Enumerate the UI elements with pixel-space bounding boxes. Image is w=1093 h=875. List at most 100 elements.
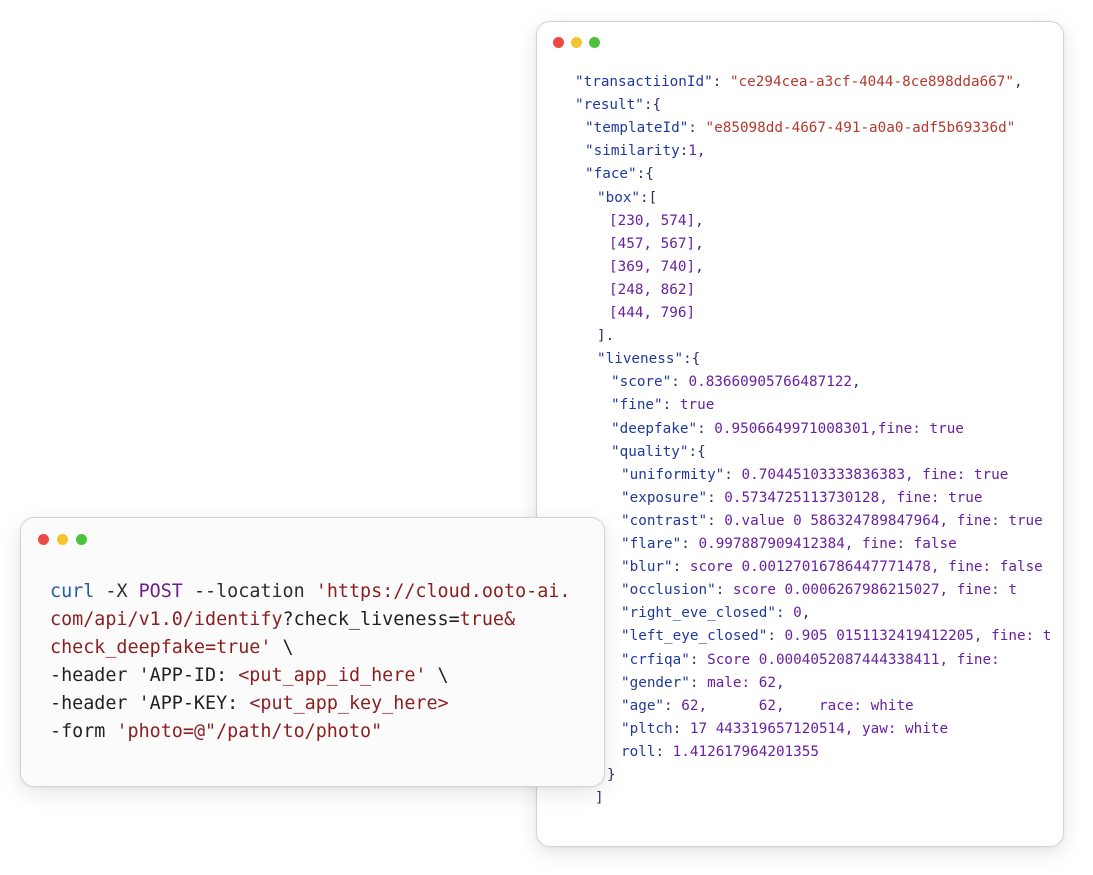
- json-token: :: [715, 582, 733, 599]
- curl-token: --location: [182, 581, 316, 602]
- json-token: 0.905 0151132419412205, fine: t: [784, 628, 1052, 645]
- json-token: "deepfake": [611, 420, 698, 437]
- maximize-window-button[interactable]: [76, 534, 87, 545]
- json-token: "blur": [621, 559, 673, 576]
- json-token: :: [707, 489, 725, 506]
- curl-token: 'photo=@"/path/to/photo": [116, 721, 383, 742]
- json-token: "box": [597, 189, 641, 206]
- json-token: "occlusion": [621, 582, 716, 599]
- json-token: "gender": [621, 674, 690, 691]
- json-code-block: "transactiionId": "ce294cea-a3cf-4044-8c…: [537, 22, 1063, 846]
- curl-token: -form: [50, 721, 117, 742]
- curl-token: -header 'APP-ID:: [50, 665, 239, 686]
- json-token: "result": [575, 97, 644, 114]
- json-line: "templateId": "e85098dd-4667-491-a0a0-ad…: [585, 118, 1015, 138]
- json-token: 0.5734725113730128, fine: true: [724, 489, 983, 506]
- json-line: roll: 1.412617964201355: [621, 742, 819, 762]
- json-line: "uniformity": 0.70445103333836383, fine:…: [621, 465, 1008, 485]
- json-token: :: [662, 397, 680, 414]
- json-token: 1: [688, 143, 697, 160]
- json-token: male: 62: [707, 674, 776, 691]
- json-token: :: [697, 420, 715, 437]
- json-line: "age": 62, 62, race: white: [621, 696, 914, 716]
- json-token: :: [767, 628, 785, 645]
- json-token: Score 0.0004052087444338411, fine:: [707, 651, 1000, 668]
- json-line: "face":{: [585, 164, 654, 184]
- json-token: ,: [1014, 74, 1023, 90]
- json-line: "left_eye_closed": 0.905 015113241941220…: [621, 626, 1051, 646]
- json-token: ]: [595, 790, 604, 807]
- curl-token: check_deepfake=true': [50, 637, 272, 658]
- json-token: [369, 740]: [609, 258, 696, 275]
- json-line: "fine": true: [611, 395, 714, 415]
- curl-line: check_deepfake=true' \: [50, 634, 570, 662]
- json-token: :{: [688, 443, 706, 460]
- json-token: :: [775, 605, 794, 622]
- json-line: [248, 862]: [609, 280, 695, 300]
- json-token: ,: [801, 605, 811, 622]
- json-line: "result":{: [575, 95, 661, 115]
- curl-request-window: curl -X POST --location 'https://cloud.o…: [20, 517, 605, 787]
- curl-token: -X: [94, 581, 139, 602]
- json-line: [457, 567],: [609, 234, 704, 254]
- json-token: "uniformity": [621, 466, 725, 483]
- json-line: "quality":{: [611, 442, 706, 462]
- json-token: 0: [793, 605, 802, 622]
- json-line: "crfiqa": Score 0.0004052087444338411, f…: [621, 650, 1000, 670]
- json-token: "ce294cea-a3cf-4044-8ce898dda667": [729, 74, 1014, 90]
- json-token: :: [689, 674, 708, 691]
- json-line: "right_eve_closed": 0,: [621, 603, 810, 623]
- json-token: "flare": [621, 536, 682, 552]
- curl-token: \: [271, 637, 294, 658]
- curl-token: curl: [50, 581, 95, 602]
- json-token: "pltch: [621, 720, 673, 737]
- json-token: [230, 574]: [609, 212, 696, 229]
- json-token: :: [712, 74, 730, 90]
- curl-token: 'https://cloud.ooto-ai.: [315, 581, 571, 602]
- curl-line: com/api/v1.0/identify?check_liveness=tru…: [50, 606, 570, 634]
- json-token: "exposure": [621, 489, 708, 506]
- close-window-button[interactable]: [38, 534, 49, 545]
- json-token: :{: [636, 166, 654, 183]
- json-token: :[: [640, 189, 658, 206]
- json-response-window: "transactiionId": "ce294cea-a3cf-4044-8c…: [536, 21, 1064, 847]
- json-token: "templateId": [585, 120, 689, 137]
- json-token: 0.9506649971008301,fine: true: [714, 420, 964, 437]
- json-token: :: [724, 466, 742, 483]
- json-token: 0.997887909412384, fine: false: [698, 536, 957, 552]
- json-line: "similarity:1,: [585, 141, 706, 161]
- json-token: 0.value 0 586324789847964, fine: true: [724, 512, 1043, 529]
- curl-token: \: [426, 665, 449, 686]
- json-token: :: [681, 536, 699, 552]
- json-line: [230, 574],: [609, 211, 704, 231]
- json-token: true: [679, 397, 715, 414]
- json-token: :: [672, 559, 690, 576]
- curl-line: -header 'APP-KEY: <put_app_key_here>: [50, 690, 570, 718]
- json-line: [369, 740],: [609, 257, 704, 277]
- json-token: "e85098dd-4667-491-a0a0-adf5b69336d": [705, 120, 1016, 137]
- json-line: "box":[: [597, 188, 657, 208]
- curl-line: curl -X POST --location 'https://cloud.o…: [50, 578, 570, 606]
- curl-line: -form 'photo=@"/path/to/photo": [50, 718, 570, 746]
- json-token: "crfiqa": [621, 651, 690, 668]
- minimize-window-button[interactable]: [57, 534, 68, 545]
- json-line: ].: [597, 326, 614, 346]
- json-token: :: [664, 697, 682, 714]
- json-token: :{: [683, 351, 701, 368]
- json-line: "pltch: 17 443319657120514, yaw: white: [621, 719, 948, 739]
- json-token: "face": [585, 166, 637, 183]
- json-token: 0.83660905766487122: [688, 374, 853, 391]
- json-token: 62, 62, race: white: [681, 697, 914, 714]
- json-token: ,: [695, 212, 704, 229]
- curl-token: <put_app_key_here>: [249, 693, 449, 714]
- json-token: :: [688, 120, 706, 137]
- json-token: "similarity: [585, 143, 680, 160]
- json-token: score 0.0006267986215027, fine: t: [732, 582, 1017, 599]
- json-line: "gender": male: 62,: [621, 673, 785, 693]
- curl-code-block: curl -X POST --location 'https://cloud.o…: [50, 578, 570, 746]
- json-token: 1.412617964201355: [672, 743, 819, 760]
- json-token: 17 443319657120514, yaw: white: [689, 720, 949, 737]
- curl-token: com/api/v1.0/identify: [50, 609, 283, 630]
- json-token: [457, 567]: [609, 235, 696, 252]
- json-token: "left_eye_closed": [621, 628, 768, 645]
